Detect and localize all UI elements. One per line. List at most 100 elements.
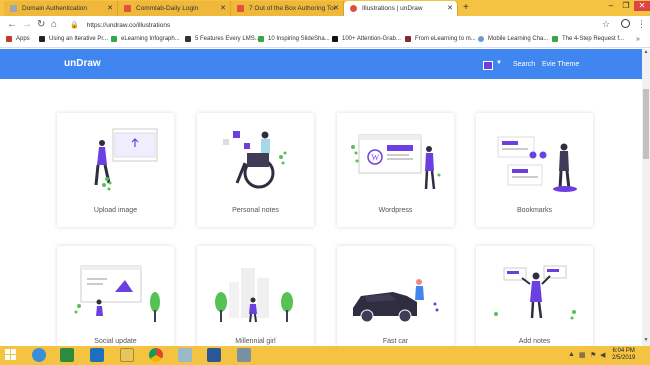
- bookmarks-overflow-button[interactable]: »: [636, 36, 640, 43]
- volume-icon[interactable]: ◀: [600, 351, 605, 359]
- forward-arrow-icon[interactable]: →: [22, 19, 32, 30]
- bookmark-favicon-icon: [552, 36, 558, 42]
- evie-theme-link[interactable]: Evie Theme: [542, 61, 579, 68]
- clock-date: 2/5/2019: [612, 355, 636, 361]
- undraw-logo[interactable]: unDraw: [64, 58, 101, 69]
- card-label: Bookmarks: [516, 207, 552, 214]
- bookmark-item[interactable]: 5 Features Every LMS...: [185, 36, 260, 42]
- account-icon[interactable]: [621, 19, 630, 28]
- bookmark-favicon-icon: [478, 36, 484, 42]
- close-icon[interactable]: ✕: [107, 4, 113, 12]
- system-clock[interactable]: 6:04 PM 2/5/2019: [612, 348, 635, 362]
- windows-taskbar: ▲ ▦ ⚑ ◀ 6:04 PM 2/5/2019: [0, 346, 650, 365]
- bookmark-item[interactable]: 10 Inspiring SlideSha...: [258, 36, 330, 42]
- card-label: Fast car: [382, 338, 409, 345]
- scroll-thumb[interactable]: [643, 89, 649, 159]
- tab-label: Illustrations | unDraw: [362, 5, 423, 12]
- add-notes-illustration: [494, 265, 576, 320]
- project-icon[interactable]: [60, 348, 74, 362]
- file-explorer-icon[interactable]: [120, 348, 134, 362]
- bookmark-favicon-icon: [39, 36, 45, 42]
- wordpress-illustration: W: [351, 134, 441, 190]
- bookmark-item[interactable]: From eLearning to m...: [405, 36, 476, 42]
- minimize-button[interactable]: –: [604, 1, 618, 11]
- fast-car-illustration: [353, 279, 439, 323]
- word-icon[interactable]: [207, 348, 221, 362]
- commlab-icon: [237, 5, 244, 12]
- bookmark-favicon-icon: [185, 36, 191, 42]
- scroll-up-arrow-icon[interactable]: ▲: [642, 49, 650, 57]
- bookmark-item[interactable]: The 4-Step Request f...: [552, 36, 624, 42]
- new-tab-button[interactable]: +: [463, 2, 469, 13]
- close-icon[interactable]: ✕: [220, 4, 226, 12]
- address-bar[interactable]: 🔒 https://undraw.co/illustrations: [66, 18, 612, 32]
- page-scrollbar[interactable]: ▲ ▼: [642, 49, 650, 346]
- illustration-card-fast-car[interactable]: Fast car: [337, 246, 454, 346]
- browser-toolbar: ← → ↻ ⌂ 🔒 https://undraw.co/illustration…: [0, 16, 650, 34]
- network-icon[interactable]: [237, 348, 251, 362]
- bookmark-apps[interactable]: Apps: [6, 36, 30, 42]
- bookmark-favicon-icon: [332, 36, 338, 42]
- social-update-illustration: [74, 265, 160, 322]
- bookmark-favicon-icon: [405, 36, 411, 42]
- chrome-icon[interactable]: [149, 348, 163, 362]
- close-icon[interactable]: ✕: [447, 4, 453, 12]
- card-label: Personal notes: [232, 207, 279, 214]
- menu-kebab-icon[interactable]: ⋮: [637, 19, 646, 30]
- bookmark-label: Apps: [16, 36, 30, 42]
- back-arrow-icon[interactable]: ←: [7, 19, 17, 30]
- star-icon[interactable]: ☆: [602, 19, 610, 30]
- tab-label: Domain Authentication: [22, 5, 88, 12]
- search-link[interactable]: Search: [513, 61, 535, 68]
- network-status-icon[interactable]: ▦: [579, 351, 586, 359]
- card-label: Upload image: [93, 207, 138, 214]
- internet-explorer-icon[interactable]: [32, 348, 46, 362]
- illustration-card-add-notes[interactable]: Add notes: [476, 246, 593, 346]
- flag-icon[interactable]: ⚑: [590, 351, 596, 359]
- restore-button[interactable]: ❐: [619, 1, 633, 11]
- outlook-icon[interactable]: [90, 348, 104, 362]
- url-text[interactable]: https://undraw.co/illustrations: [87, 22, 170, 29]
- illustration-card-bookmarks[interactable]: Bookmarks: [476, 113, 593, 227]
- color-picker-swatch[interactable]: [483, 61, 493, 70]
- card-label: Wordpress: [378, 207, 413, 214]
- reload-icon[interactable]: ↻: [37, 19, 45, 30]
- card-label: Add notes: [518, 338, 551, 345]
- svg-text:W: W: [372, 153, 380, 162]
- tab-label: 7 Out of the Box Authoring Tool: [249, 5, 335, 12]
- bookmark-item[interactable]: eLearning Infograph...: [111, 36, 180, 42]
- undraw-favicon-icon: [350, 5, 357, 12]
- illustration-card-millennial-girl[interactable]: Millennial girl: [197, 246, 314, 346]
- millennial-girl-illustration: [215, 268, 293, 323]
- bookmark-item[interactable]: 100+ Attention-Grab...: [332, 36, 401, 42]
- illustration-card-social-update[interactable]: Social update: [57, 246, 174, 346]
- bookmark-item[interactable]: Mobile Learning Cha...: [478, 36, 548, 42]
- personal-notes-illustration: [223, 131, 287, 189]
- notes-icon[interactable]: [178, 348, 192, 362]
- illustration-card-upload-image[interactable]: Upload image: [57, 113, 174, 227]
- bookmark-label: 100+ Attention-Grab...: [342, 36, 401, 42]
- tray-expand-icon[interactable]: ▲: [568, 351, 575, 358]
- scroll-down-arrow-icon[interactable]: ▼: [642, 337, 650, 345]
- apps-grid-icon: [6, 36, 12, 42]
- illustration-card-personal-notes[interactable]: Personal notes: [197, 113, 314, 227]
- home-icon[interactable]: ⌂: [51, 19, 57, 30]
- tab-label: Commlab-Daily Login: [136, 5, 199, 12]
- tab-undraw-illustrations[interactable]: Illustrations | unDraw ✕: [344, 1, 458, 16]
- illustration-card-wordpress[interactable]: W Wordpress: [337, 113, 454, 227]
- tab-domain-authentication[interactable]: Domain Authentication ✕: [4, 1, 118, 16]
- bookmark-label: From eLearning to m...: [415, 36, 476, 42]
- card-label: Millennial girl: [235, 338, 276, 345]
- bookmark-item[interactable]: Using an Iterative Pr...: [39, 36, 108, 42]
- window-close-button[interactable]: ✕: [634, 1, 650, 11]
- close-icon[interactable]: ✕: [333, 4, 339, 12]
- bookmark-label: 5 Features Every LMS...: [195, 36, 260, 42]
- windows-start-icon[interactable]: [5, 349, 17, 361]
- document-icon: [10, 5, 17, 12]
- tab-authoring-tool[interactable]: 7 Out of the Box Authoring Tool ✕: [231, 1, 344, 16]
- chevron-down-icon[interactable]: ▼: [496, 60, 502, 66]
- tab-commlab-daily-login[interactable]: Commlab-Daily Login ✕: [118, 1, 231, 16]
- bookmark-favicon-icon: [258, 36, 264, 42]
- card-label: Social update: [94, 338, 137, 345]
- bookmark-label: eLearning Infograph...: [121, 36, 180, 42]
